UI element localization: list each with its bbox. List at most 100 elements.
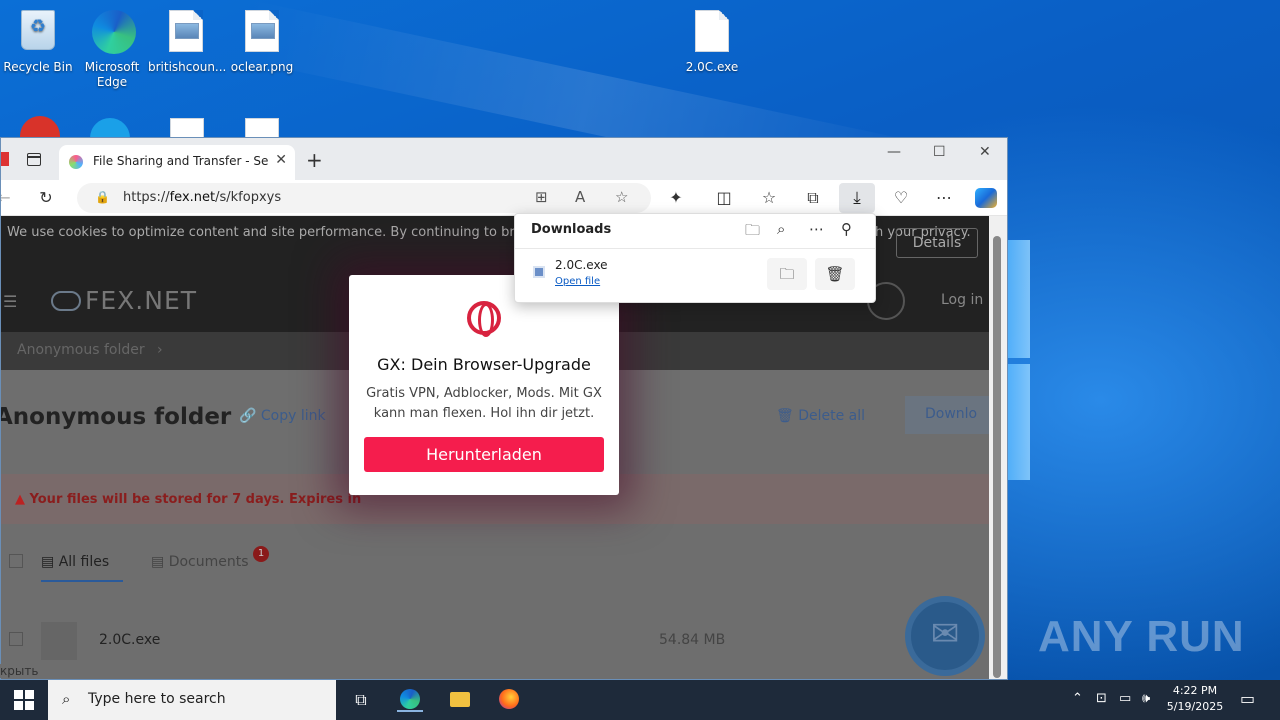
task-view-icon[interactable]: ⧉ xyxy=(348,688,374,712)
tab-bar: File Sharing and Transfer - Send L ✕ + —… xyxy=(1,138,1007,180)
desktop-icon-recycle-bin[interactable]: Recycle Bin xyxy=(0,4,76,75)
skype-shortcut-icon[interactable] xyxy=(90,118,130,138)
file-icon xyxy=(41,622,77,660)
folder-icon: 🗀 xyxy=(779,265,795,283)
toolbar: ← ↻ 🔒 https://fex.net/s/kfopxys ⊞ A ☆ ✦ … xyxy=(1,180,1007,216)
monitor-icon[interactable]: ▭ xyxy=(1119,691,1131,706)
desktop-icon-britishcouncil[interactable]: britishcoun... xyxy=(148,4,227,75)
clock-time: 4:22 PM xyxy=(1172,684,1218,697)
lock-icon: 🔒 xyxy=(95,190,110,204)
delete-all-button[interactable]: 🗑 Delete all xyxy=(776,408,865,424)
url-text: https://fex.net/s/kfopxys xyxy=(123,190,282,205)
search-icon[interactable]: ⌕ xyxy=(777,220,785,238)
taskbar-search[interactable]: ⌕ Type here to search xyxy=(48,680,336,720)
row-checkbox[interactable] xyxy=(9,632,23,646)
scrollbar-thumb[interactable] xyxy=(993,236,1001,678)
network-icon[interactable]: ⊡ xyxy=(1096,691,1107,706)
trash-icon: 🗑 xyxy=(825,265,845,283)
documents-count-badge: 1 xyxy=(253,546,269,562)
notifications-icon[interactable]: ▭ xyxy=(1240,689,1255,708)
file-explorer-icon[interactable] xyxy=(447,688,473,712)
taskbar: ⌕ Type here to search ⧉ ⌃ ⊡ ▭ 🕪 4:22 PM … xyxy=(0,680,1280,720)
delete-download-button[interactable]: 🗑 xyxy=(815,258,855,290)
tab-actions-icon[interactable] xyxy=(27,153,41,166)
taskbar-clock[interactable]: 4:22 PM 5/19/2025 xyxy=(1160,683,1230,715)
firefox-icon[interactable] xyxy=(496,688,522,712)
desktop-icon-label: britishcoun... xyxy=(148,60,227,74)
new-tab-icon[interactable]: + xyxy=(306,148,323,172)
edge-taskbar-icon[interactable] xyxy=(397,688,423,712)
fex-logo[interactable]: FEX.NET xyxy=(51,286,197,315)
opera-gx-popup: GX: Dein Browser-Upgrade Gratis VPN, Adb… xyxy=(349,275,619,495)
windows-start-icon[interactable] xyxy=(14,690,34,710)
app-shortcut-icon[interactable] xyxy=(20,116,60,138)
file-size: 54.84 MB xyxy=(659,632,726,648)
login-link[interactable]: Log in xyxy=(941,292,983,308)
tab-all-files[interactable]: ▤ All files xyxy=(41,554,123,582)
refresh-icon[interactable]: ↻ xyxy=(33,186,59,210)
copilot-icon[interactable] xyxy=(975,188,997,208)
downloads-panel: Downloads 🗀 ⌕ ⋯ ⚲ 2.0C.exe Open file 🗀 🗑 xyxy=(514,213,876,303)
close-window-button[interactable]: ✕ xyxy=(979,144,991,160)
maximize-button[interactable]: ☐ xyxy=(933,144,946,160)
desktop-icon-label: oclear.png xyxy=(230,60,294,74)
split-screen-icon[interactable]: ◫ xyxy=(711,186,737,210)
back-icon[interactable]: ← xyxy=(1,186,17,210)
flame-icon: ▲ xyxy=(15,492,30,507)
workspace-icon[interactable] xyxy=(1,152,9,166)
download-opera-button[interactable]: Herunterladen xyxy=(364,437,604,472)
file-name[interactable]: 2.0C.exe xyxy=(99,632,160,648)
read-aloud-icon[interactable]: A xyxy=(575,188,585,206)
desktop-icon-label: 2.0C.exe xyxy=(685,60,739,74)
chevron-up-icon[interactable]: ⌃ xyxy=(1072,691,1083,706)
download-button[interactable]: Downlo xyxy=(905,396,991,434)
exe-file-icon xyxy=(533,266,545,278)
table-row[interactable]: 2.0C.exe 54.84 MB xyxy=(1,620,991,664)
hide-label[interactable]: крыть xyxy=(0,664,39,678)
minimize-button[interactable]: — xyxy=(887,144,901,160)
select-all-checkbox[interactable] xyxy=(9,554,23,568)
windows-logo-decoration xyxy=(1008,240,1030,480)
show-in-folder-button[interactable]: 🗀 xyxy=(767,258,807,290)
desktop-icon-oclear[interactable]: oclear.png xyxy=(224,4,300,75)
open-folder-icon[interactable]: 🗀 xyxy=(745,220,760,245)
file-shortcut-icon[interactable] xyxy=(170,118,204,138)
apps-icon[interactable]: ⊞ xyxy=(535,188,548,206)
open-file-link[interactable]: Open file xyxy=(555,276,600,287)
tab-documents[interactable]: ▤ Documents xyxy=(151,554,249,570)
breadcrumb-item[interactable]: Anonymous folder xyxy=(17,342,145,358)
copy-link-button[interactable]: 🔗 Copy link xyxy=(239,408,326,424)
menu-icon[interactable]: ☰ xyxy=(3,292,17,311)
details-button[interactable]: Details xyxy=(896,228,978,258)
favorite-star-icon[interactable]: ☆ xyxy=(615,188,628,206)
exe-file-icon xyxy=(695,10,729,52)
document-icon: ▤ xyxy=(41,554,59,570)
collections-icon[interactable]: ⧉ xyxy=(800,186,826,210)
popup-title: GX: Dein Browser-Upgrade xyxy=(377,355,591,374)
page-title: Anonymous folder xyxy=(1,404,232,430)
favorites-icon[interactable]: ☆ xyxy=(756,186,782,210)
trash-icon: 🗑 xyxy=(776,408,799,424)
tab-title: File Sharing and Transfer - Send L xyxy=(93,154,269,168)
fex-logo-icon xyxy=(51,291,81,311)
chevron-right-icon: › xyxy=(157,342,163,358)
mail-icon[interactable]: ✉ xyxy=(905,596,985,676)
fex-favicon-icon xyxy=(69,155,83,169)
extensions-icon[interactable]: ✦ xyxy=(663,186,689,210)
download-file-name: 2.0C.exe xyxy=(555,258,608,272)
downloads-icon[interactable]: ⤓ xyxy=(839,183,875,213)
tab-fex[interactable]: File Sharing and Transfer - Send L ✕ xyxy=(59,145,295,180)
desktop-icon-exe[interactable]: 2.0C.exe xyxy=(674,4,750,75)
close-tab-icon[interactable]: ✕ xyxy=(275,152,287,168)
volume-icon[interactable]: 🕪 xyxy=(1142,691,1150,706)
more-options-icon[interactable]: ⋯ xyxy=(809,220,824,238)
desktop-icon-label: Recycle Bin xyxy=(3,60,73,74)
desktop-icon-edge[interactable]: Microsoft Edge xyxy=(74,4,150,90)
pin-icon[interactable]: ⚲ xyxy=(841,220,852,238)
browser-essentials-icon[interactable]: ♡ xyxy=(888,186,914,210)
file-shortcut-icon[interactable] xyxy=(245,118,279,138)
address-bar[interactable]: 🔒 https://fex.net/s/kfopxys ⊞ A ☆ xyxy=(77,183,651,213)
scrollbar[interactable] xyxy=(989,216,1007,679)
link-icon: 🔗 xyxy=(239,408,261,424)
more-options-icon[interactable]: ⋯ xyxy=(931,186,957,210)
